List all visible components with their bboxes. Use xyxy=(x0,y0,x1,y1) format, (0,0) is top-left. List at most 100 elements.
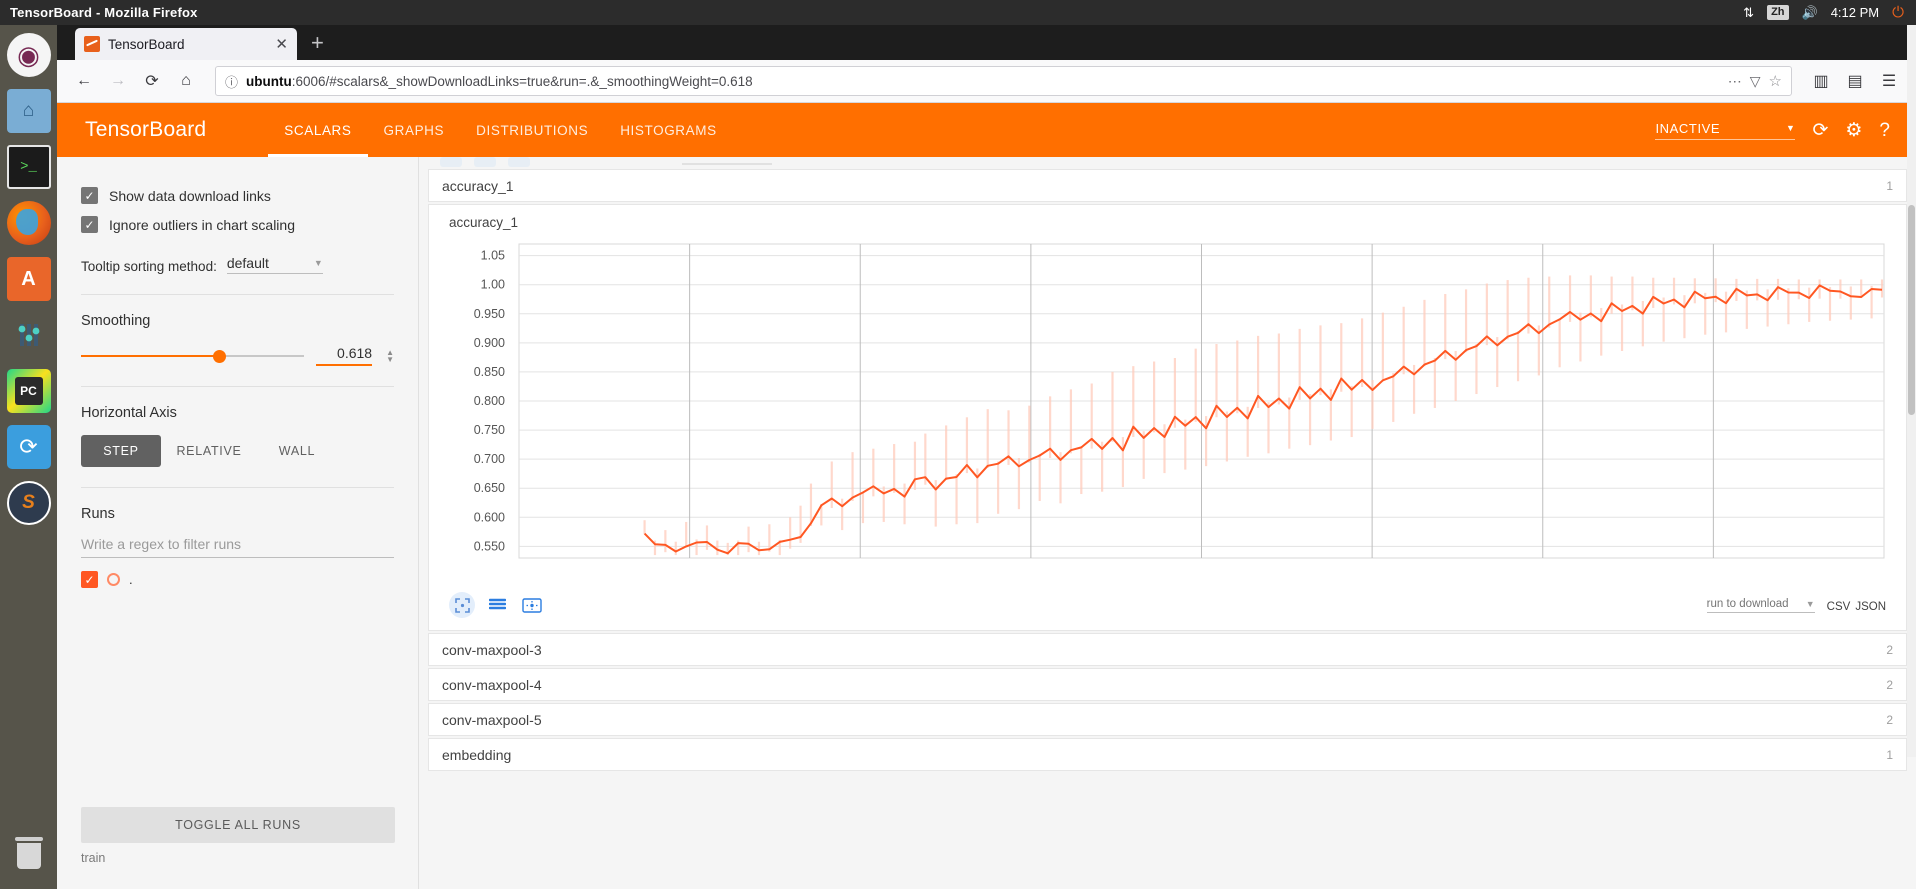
gear-icon[interactable]: ⚙ xyxy=(1845,121,1862,140)
download-area: run to download ▼ CSV JSON xyxy=(1706,598,1886,613)
tab-strip: TensorBoard ✕ + xyxy=(57,25,1916,60)
trash-icon[interactable] xyxy=(9,835,49,875)
axis-option-relative[interactable]: RELATIVE xyxy=(161,435,257,467)
clipped-select-underline xyxy=(682,163,772,165)
ignore-outliers-row[interactable]: Ignore outliers in chart scaling xyxy=(81,216,394,233)
tab-histograms[interactable]: HISTOGRAMS xyxy=(604,103,733,157)
reload-state-select[interactable]: INACTIVE ▼ xyxy=(1655,120,1796,140)
system-tray: ⇅ Zh 🔊 4:12 PM ⏻ xyxy=(1743,4,1904,21)
page-actions-icon[interactable]: ⋯ xyxy=(1728,73,1742,90)
chart-plot-area[interactable]: 1.05 1.00 0.950 0.900 0.850 0.800 0.750 0.700 0.… xyxy=(429,236,1906,586)
divider xyxy=(81,386,394,387)
settings-icon[interactable] xyxy=(7,313,51,357)
smoothing-stepper[interactable]: ▲ ▼ xyxy=(386,348,394,363)
forward-button[interactable]: → xyxy=(103,66,133,96)
toggle-all-runs-button[interactable]: TOGGLE ALL RUNS xyxy=(81,807,395,843)
refresh-icon[interactable]: ⟳ xyxy=(1812,121,1828,140)
expand-chart-icon[interactable] xyxy=(449,592,475,618)
url-bar[interactable]: ⓘ ubuntu:6006/#scalars&_showDownloadLink… xyxy=(215,66,1792,96)
fit-domain-icon[interactable] xyxy=(519,592,545,618)
menu-icon[interactable]: ☰ xyxy=(1874,66,1904,96)
download-csv-link[interactable]: CSV xyxy=(1827,601,1851,613)
group-header-conv-maxpool-4[interactable]: conv-maxpool-4 2 xyxy=(428,668,1907,701)
tab-graphs[interactable]: GRAPHS xyxy=(368,103,461,157)
home-button[interactable]: ⌂ xyxy=(171,66,201,96)
scalar-chart-card: accuracy_1 1.05 1.00 0.950 0.900 0.850 0.800 0… xyxy=(428,204,1907,631)
library-icon[interactable]: ▥ xyxy=(1806,66,1836,96)
firefox-icon[interactable] xyxy=(6,201,51,245)
tab-scalars[interactable]: SCALARS xyxy=(268,103,367,157)
page-scrollbar[interactable] xyxy=(1907,25,1916,757)
info-icon[interactable]: ⓘ xyxy=(225,72,238,91)
ignore-outliers-checkbox[interactable] xyxy=(81,216,98,233)
smoothing-input[interactable]: 0.618 xyxy=(316,345,373,366)
clipped-tool-icon xyxy=(508,157,530,167)
axis-option-wall[interactable]: WALL xyxy=(257,435,337,467)
bookmark-star-icon[interactable]: ☆ xyxy=(1769,72,1782,90)
tensorboard-header: TensorBoard SCALARS GRAPHS DISTRIBUTIONS… xyxy=(57,103,1916,157)
ubuntu-dash-icon[interactable]: ◉ xyxy=(6,33,51,77)
runs-filter-input[interactable]: Write a regex to filter runs xyxy=(81,536,394,558)
run-checkbox[interactable] xyxy=(81,571,98,588)
tooltip-sorting-value: default xyxy=(226,255,269,271)
chart-svg: 1.05 1.00 0.950 0.900 0.850 0.800 0.750 0.700 0.… xyxy=(474,243,1885,559)
svg-text:0.900: 0.900 xyxy=(474,336,505,350)
pycharm-icon[interactable]: PC xyxy=(6,369,51,413)
network-updown-icon[interactable]: ⇅ xyxy=(1743,6,1754,19)
axis-option-step[interactable]: STEP xyxy=(81,435,161,467)
url-path: :6006/#scalars&_showDownloadLinks=true&r… xyxy=(291,73,753,89)
smoothing-control: 0.618 ▲ ▼ xyxy=(81,345,394,366)
svg-text:0.950: 0.950 xyxy=(474,307,505,321)
group-label: conv-maxpool-3 xyxy=(442,641,542,658)
download-links: CSV JSON xyxy=(1827,601,1886,613)
divider xyxy=(81,487,394,488)
svg-text:0.850: 0.850 xyxy=(474,365,505,379)
close-icon[interactable]: ✕ xyxy=(275,35,288,53)
new-tab-button[interactable]: + xyxy=(311,30,324,56)
files-icon[interactable]: ⌂ xyxy=(6,89,51,133)
run-list-item[interactable]: . xyxy=(81,571,394,588)
back-button[interactable]: ← xyxy=(69,66,99,96)
slider-knob[interactable] xyxy=(212,349,226,363)
runs-heading: Runs xyxy=(81,506,115,522)
download-json-link[interactable]: JSON xyxy=(1855,601,1886,613)
horizontal-axis-heading: Horizontal Axis xyxy=(81,405,177,421)
volume-icon[interactable]: 🔊 xyxy=(1802,6,1818,19)
sublime-icon[interactable]: S xyxy=(6,481,51,525)
tooltip-sorting-select[interactable]: default ▼ xyxy=(226,255,323,274)
tensorboard-nav: SCALARS GRAPHS DISTRIBUTIONS HISTOGRAMS xyxy=(268,103,732,157)
show-download-links-checkbox[interactable] xyxy=(81,187,98,204)
group-header-conv-maxpool-5[interactable]: conv-maxpool-5 2 xyxy=(428,703,1907,736)
group-header-conv-maxpool-3[interactable]: conv-maxpool-3 2 xyxy=(428,633,1907,666)
tensorboard-brand[interactable]: TensorBoard xyxy=(85,118,206,142)
terminal-icon[interactable]: >_ xyxy=(6,145,51,189)
chart-title: accuracy_1 xyxy=(449,215,519,230)
power-icon[interactable]: ⏻ xyxy=(1892,4,1904,21)
ubuntu-software-icon[interactable]: A xyxy=(6,257,51,301)
svg-text:1.05: 1.05 xyxy=(481,249,505,263)
reader-mode-icon[interactable]: ▽ xyxy=(1750,73,1761,90)
tensorboard-favicon-icon xyxy=(84,36,100,52)
reload-button[interactable]: ⟳ xyxy=(137,66,167,96)
tab-distributions[interactable]: DISTRIBUTIONS xyxy=(460,103,604,157)
page-scrollbar-thumb[interactable] xyxy=(1908,205,1915,415)
data-series-icon[interactable] xyxy=(484,592,510,618)
group-header-accuracy-1[interactable]: accuracy_1 1 xyxy=(428,169,1907,202)
sync-icon[interactable]: ⟳ xyxy=(6,425,51,469)
smoothing-heading: Smoothing xyxy=(81,313,151,329)
browser-tab[interactable]: TensorBoard ✕ xyxy=(75,28,297,60)
group-label: accuracy_1 xyxy=(442,177,514,194)
clipped-tool-icon xyxy=(440,157,462,167)
show-download-links-row[interactable]: Show data download links xyxy=(81,187,394,204)
reload-state-value: INACTIVE xyxy=(1655,120,1721,136)
help-icon[interactable]: ? xyxy=(1879,121,1890,140)
run-to-download-select[interactable]: run to download ▼ xyxy=(1706,598,1815,613)
smoothing-slider[interactable] xyxy=(81,346,305,366)
input-method-indicator[interactable]: Zh xyxy=(1767,5,1789,20)
tooltip-sorting-label: Tooltip sorting method: xyxy=(81,259,217,274)
sidebar-icon[interactable]: ▤ xyxy=(1840,66,1870,96)
clock[interactable]: 4:12 PM xyxy=(1831,5,1879,20)
svg-text:0.650: 0.650 xyxy=(474,481,505,495)
chevron-down-icon: ▼ xyxy=(1785,123,1796,133)
group-header-embedding[interactable]: embedding 1 xyxy=(428,738,1907,771)
